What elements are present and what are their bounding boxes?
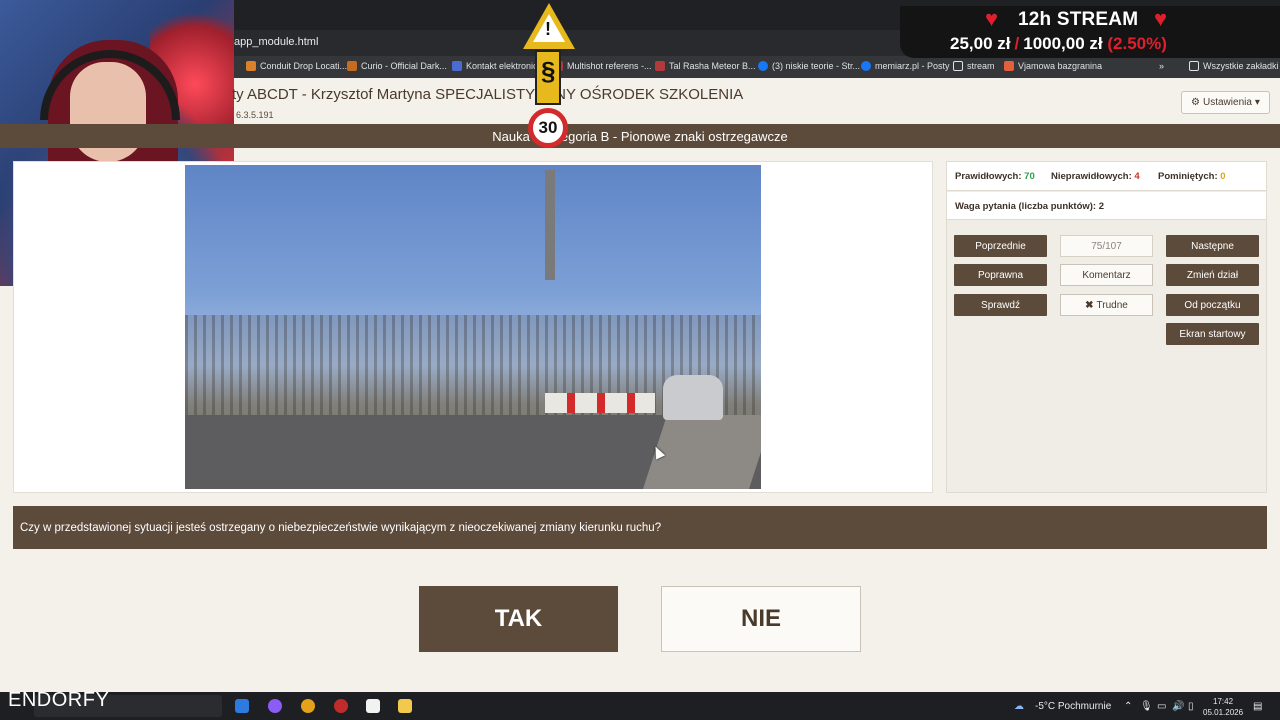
battery-icon[interactable]: ▯ bbox=[1188, 701, 1194, 712]
donation-goal: 25,00 zł/1000,00 zł (2.50%) bbox=[950, 34, 1167, 54]
caret-down-icon: ▾ bbox=[1254, 97, 1260, 108]
app-version: 6.3.5.191 bbox=[236, 110, 274, 120]
bookmark-icon bbox=[347, 61, 357, 71]
discord-icon[interactable] bbox=[268, 699, 282, 713]
bookmark-label: Tal Rasha Meteor B... bbox=[669, 61, 756, 71]
bookmark-label: Multishot referens -... bbox=[567, 61, 652, 71]
heart-icon: ♥ bbox=[1154, 6, 1168, 31]
bookmark-item[interactable]: (3) niskie teorie - Str... bbox=[758, 61, 860, 71]
bookmark-icon bbox=[655, 61, 665, 71]
bookmark-icon bbox=[1004, 61, 1014, 71]
stat-skipped-value: 0 bbox=[1220, 171, 1226, 182]
stream-title: 12h STREAM bbox=[1018, 9, 1139, 30]
bookmark-item[interactable]: Conduit Drop Locati... bbox=[246, 61, 347, 71]
obs-icon[interactable] bbox=[334, 699, 348, 713]
weather-text[interactable]: -5°C Pochmurnie bbox=[1035, 701, 1111, 712]
stat-skipped-label: Pominiętych: bbox=[1158, 171, 1218, 182]
question-counter: 75/107 bbox=[1060, 235, 1153, 257]
previous-button[interactable]: Poprzednie bbox=[954, 235, 1047, 257]
hard-label: Trudne bbox=[1096, 299, 1128, 311]
folder-icon[interactable] bbox=[398, 699, 412, 713]
sign-pole bbox=[545, 170, 555, 280]
clock-time: 17:42 bbox=[1213, 697, 1234, 706]
heart-icon: ♥ bbox=[985, 6, 999, 31]
bookmark-label: (3) niskie teorie - Str... bbox=[772, 61, 861, 71]
chrome-icon[interactable] bbox=[301, 699, 315, 713]
bookmark-icon bbox=[452, 61, 462, 71]
all-bookmarks-label: Wszystkie zakładki bbox=[1203, 61, 1279, 71]
bookmark-label: Curio - Official Dark... bbox=[361, 61, 447, 71]
speed-limit-sign: 30 bbox=[528, 108, 568, 148]
goal-separator: / bbox=[1014, 34, 1020, 53]
bookmark-label: Conduit Drop Locati... bbox=[260, 61, 348, 71]
scene-car bbox=[663, 375, 723, 420]
tray-chevron-icon[interactable]: ⌃ bbox=[1124, 701, 1132, 712]
bookmark-icon bbox=[246, 61, 256, 71]
bookmark-folder[interactable]: stream bbox=[953, 61, 995, 71]
cloud-icon: ☁ bbox=[1014, 701, 1024, 712]
gears-icon: ⚙ bbox=[1191, 97, 1200, 108]
stat-skipped: Pominiętych: 0 bbox=[1158, 171, 1226, 182]
url-text[interactable]: app_module.html bbox=[234, 36, 318, 48]
section-title: Nauka - Kategoria B - Pionowe znaki ostr… bbox=[0, 124, 1280, 148]
change-section-button[interactable]: Zmień dział bbox=[1166, 264, 1259, 286]
question-text: Czy w przedstawionej sytuacji jesteś ost… bbox=[13, 506, 1267, 549]
edge-icon[interactable] bbox=[235, 699, 249, 713]
bookmark-item[interactable]: Vjamowa bazgranina bbox=[1004, 61, 1102, 71]
settings-label: Ustawienia bbox=[1203, 97, 1252, 108]
facebook-icon bbox=[758, 61, 768, 71]
screen: — ❐ ✕ app_module.html Conduit Drop Locat… bbox=[0, 0, 1280, 720]
settings-button[interactable]: ⚙ Ustawienia ▾ bbox=[1181, 91, 1270, 114]
goal-target: 1000,00 zł bbox=[1023, 34, 1103, 53]
facebook-icon bbox=[861, 61, 871, 71]
next-button[interactable]: Następne bbox=[1166, 235, 1259, 257]
network-icon[interactable]: ▭ bbox=[1157, 701, 1166, 712]
endorfy-logo: ENDORFY bbox=[8, 689, 110, 711]
app-icon[interactable] bbox=[366, 699, 380, 713]
stat-wrong: Nieprawidłowych: 4 bbox=[1051, 171, 1140, 182]
answer-no-button[interactable]: NIE bbox=[661, 586, 861, 652]
app-title: ty ABCDT - Krzysztof Martyna SPECJALISTY… bbox=[232, 86, 744, 103]
more-bookmarks-button[interactable]: » bbox=[1159, 61, 1164, 71]
microphone-icon[interactable]: 🎙 bbox=[1140, 701, 1153, 712]
clock-date: 05.01.2026 bbox=[1203, 708, 1244, 717]
folder-icon bbox=[953, 61, 963, 71]
exclamation-icon: ! bbox=[545, 19, 551, 39]
all-bookmarks-folder[interactable]: Wszystkie zakładki bbox=[1189, 61, 1279, 71]
clock[interactable]: 17:42 05.01.2026 bbox=[1203, 696, 1243, 718]
notifications-icon[interactable]: ▤ bbox=[1253, 701, 1262, 712]
answer-yes-button[interactable]: TAK bbox=[419, 586, 618, 652]
scene-barrier bbox=[545, 393, 655, 413]
bookmark-label: memiarz.pl - Posty bbox=[875, 61, 950, 71]
bookmark-item[interactable]: memiarz.pl - Posty bbox=[861, 61, 950, 71]
bookmark-label: stream bbox=[967, 61, 995, 71]
bookmark-label: Vjamowa bazgranina bbox=[1018, 61, 1103, 71]
curve-arrow-icon: § bbox=[541, 56, 556, 86]
stat-wrong-label: Nieprawidłowych: bbox=[1051, 171, 1132, 182]
stat-correct-label: Prawidłowych: bbox=[955, 171, 1022, 182]
volume-icon[interactable]: 🔊 bbox=[1172, 701, 1184, 712]
folder-icon bbox=[1189, 61, 1199, 71]
question-image bbox=[185, 165, 761, 489]
from-start-button[interactable]: Od początku bbox=[1166, 294, 1259, 316]
goal-current: 25,00 zł bbox=[950, 34, 1011, 53]
speed-limit-value: 30 bbox=[538, 118, 558, 137]
question-weight: Waga pytania (liczba punktów): 2 bbox=[955, 201, 1105, 212]
start-screen-button[interactable]: Ekran startowy bbox=[1166, 323, 1259, 345]
stat-wrong-value: 4 bbox=[1134, 171, 1140, 182]
stat-correct: Prawidłowych: 70 bbox=[955, 171, 1035, 182]
bookmark-item[interactable]: Tal Rasha Meteor B... bbox=[655, 61, 756, 71]
check-button[interactable]: Sprawdź bbox=[954, 294, 1047, 316]
close-icon: ✖ bbox=[1085, 299, 1094, 311]
bookmark-item[interactable]: Curio - Official Dark... bbox=[347, 61, 447, 71]
bookmark-item[interactable]: Multishot referens -... bbox=[553, 61, 652, 71]
hard-button[interactable]: ✖ Trudne bbox=[1060, 294, 1153, 316]
correct-answer-button[interactable]: Poprawna bbox=[954, 264, 1047, 286]
goal-percent: (2.50%) bbox=[1107, 34, 1167, 53]
comment-button[interactable]: Komentarz bbox=[1060, 264, 1153, 286]
stat-correct-value: 70 bbox=[1024, 171, 1035, 182]
